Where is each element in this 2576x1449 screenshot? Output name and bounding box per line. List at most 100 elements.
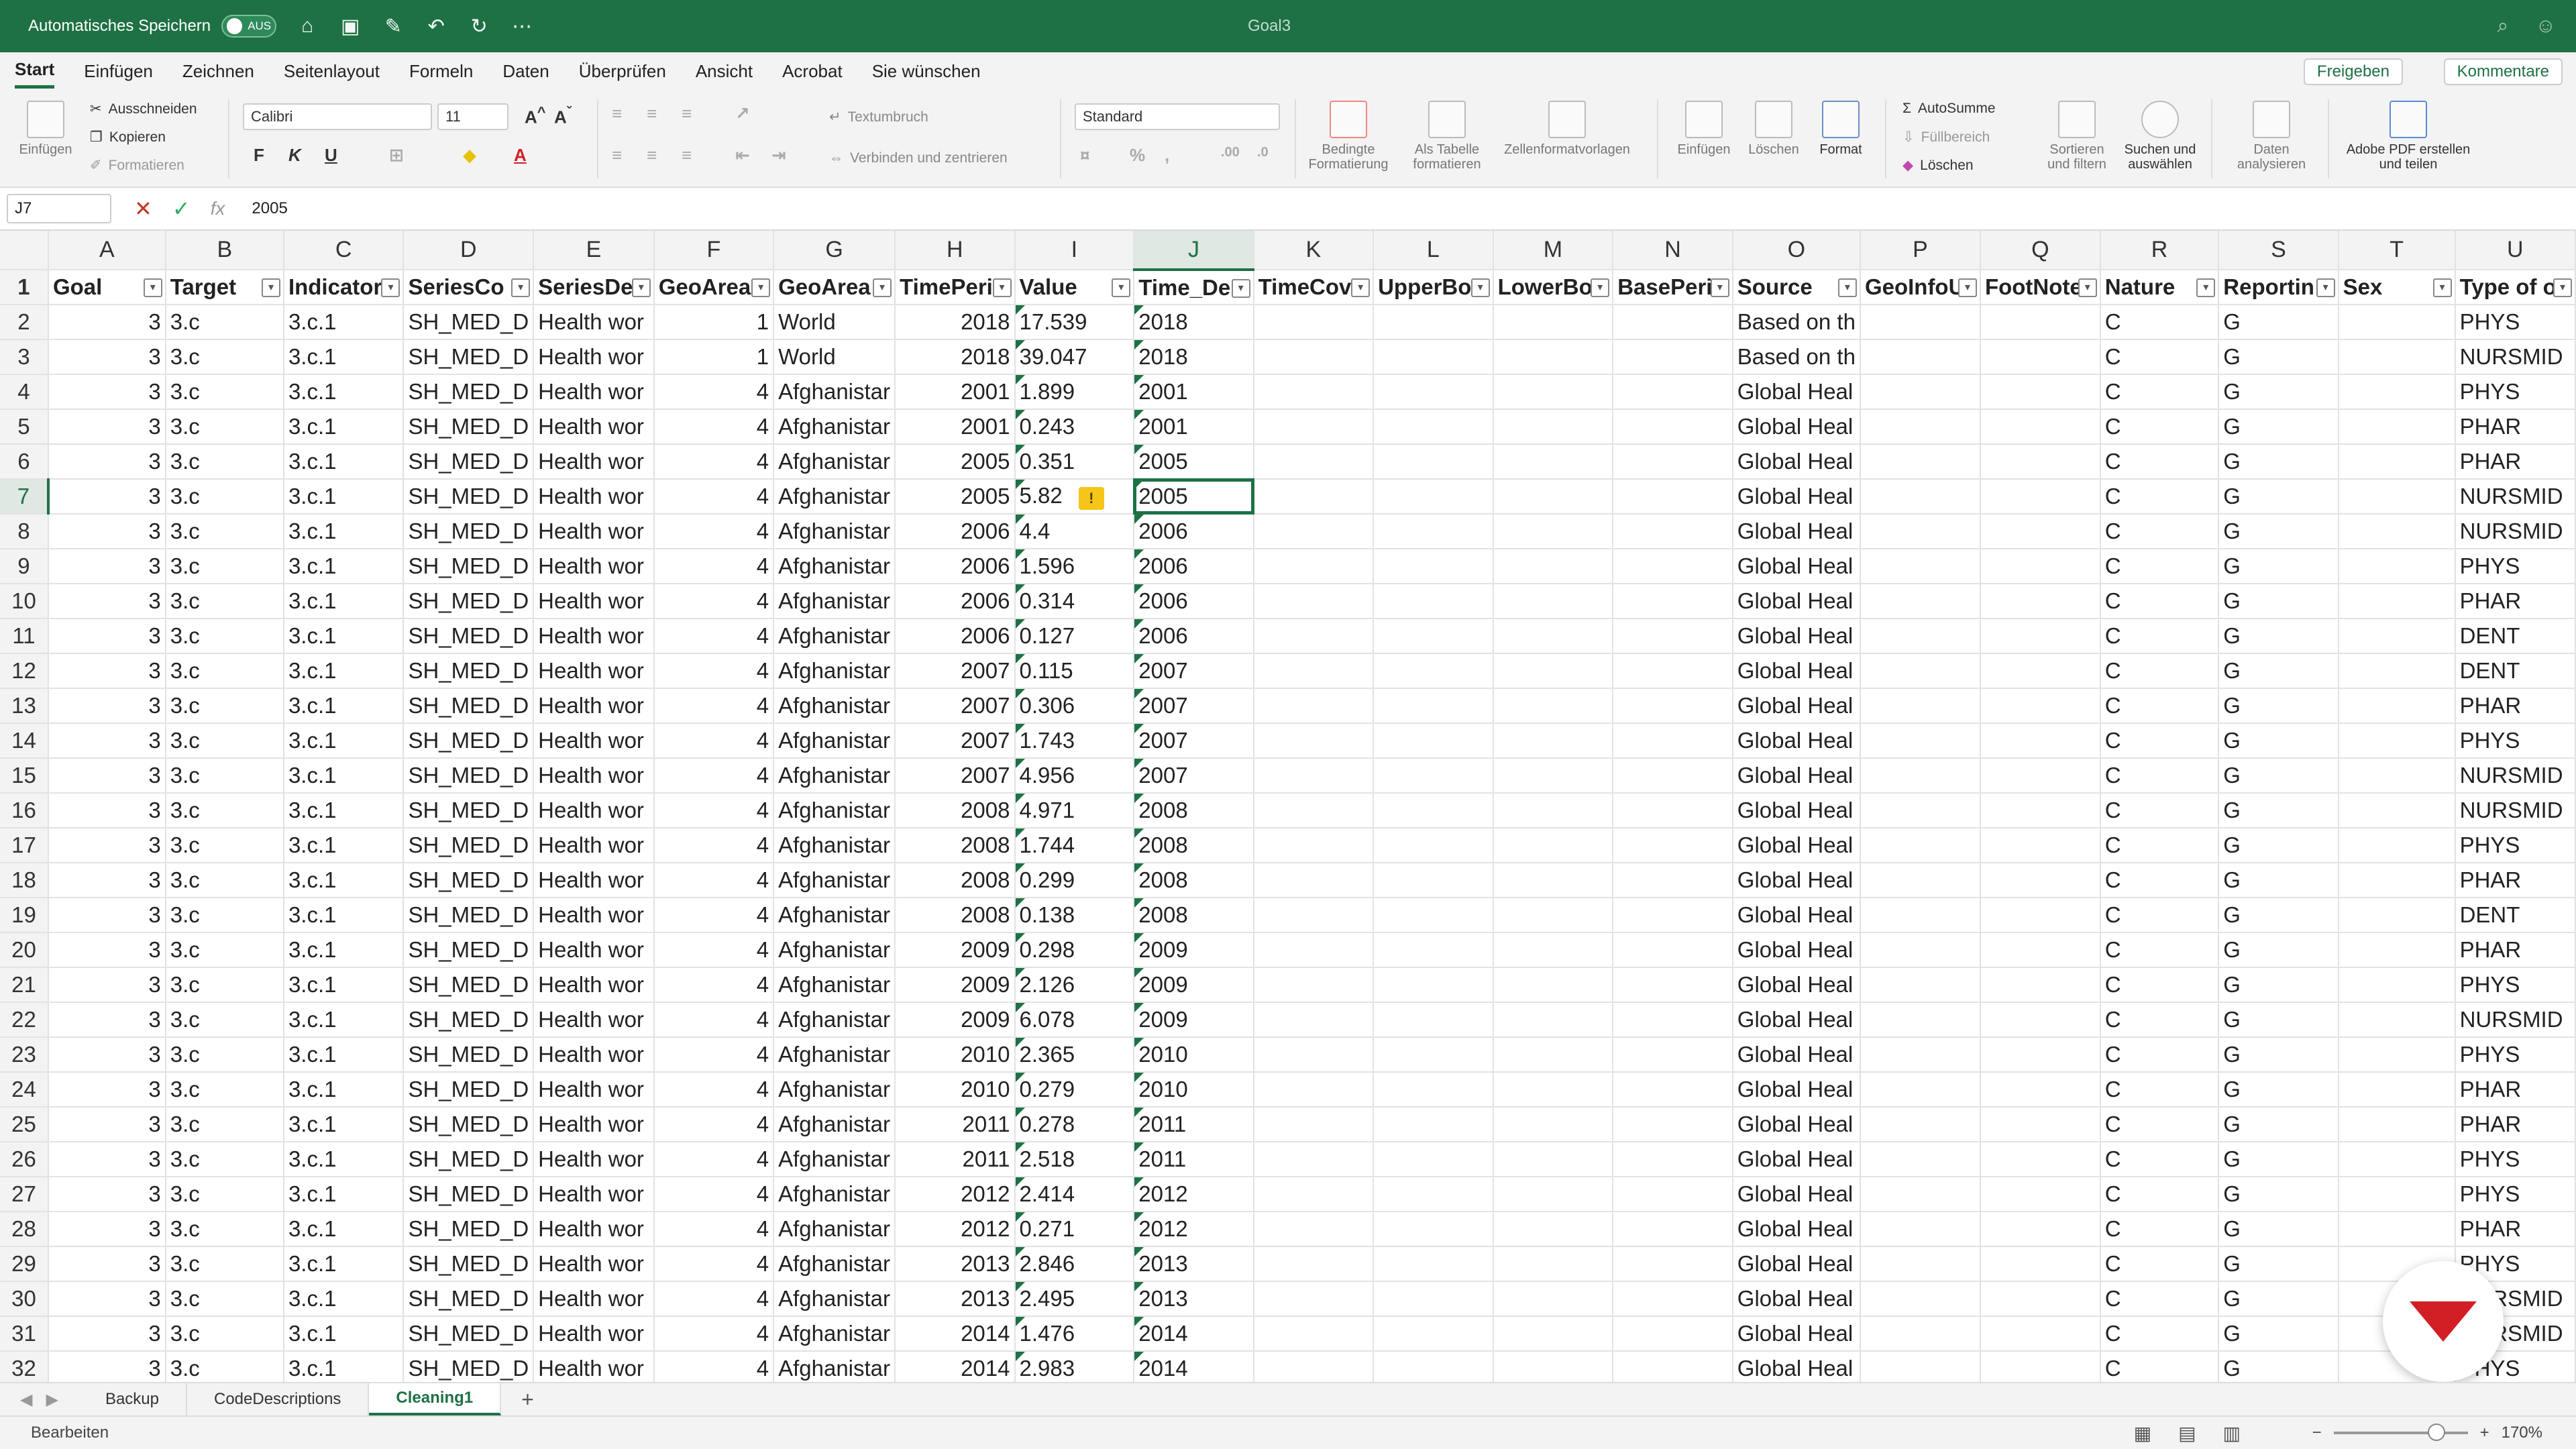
tell-me[interactable]: Sie wünschen	[872, 56, 981, 87]
row-header[interactable]: 24	[0, 1072, 49, 1108]
filter-dropdown-icon[interactable]: ▾	[381, 278, 400, 297]
cell[interactable]: Afghanistar	[773, 479, 896, 515]
cell[interactable]: 2009	[1134, 967, 1254, 1003]
row-header[interactable]: 14	[0, 723, 49, 759]
borders-icon[interactable]: ⊞	[389, 145, 404, 166]
cell[interactable]: SH_MED_D	[403, 619, 535, 654]
cell[interactable]: G	[2218, 339, 2339, 375]
checkmark-icon[interactable]: ✓	[172, 196, 191, 221]
cell[interactable]	[1980, 479, 2101, 515]
column-header-k[interactable]: K	[1253, 231, 1375, 270]
column-header-h[interactable]: H	[895, 231, 1016, 270]
cell[interactable]	[1980, 444, 2101, 480]
cell[interactable]: Afghanistar	[773, 1212, 896, 1247]
cell[interactable]: 2007	[1134, 688, 1254, 724]
function-icon[interactable]: fx	[211, 198, 225, 219]
cell[interactable]: 2007	[1134, 653, 1254, 689]
cell[interactable]	[1373, 1212, 1494, 1247]
filter-dropdown-icon[interactable]: ▾	[2553, 278, 2572, 297]
cell[interactable]: G	[2218, 549, 2339, 584]
cell[interactable]: Global Heal	[1732, 898, 1861, 933]
row-header[interactable]: 8	[0, 514, 49, 549]
cell[interactable]: NURSMID	[2455, 1002, 2576, 1038]
column-header-u[interactable]: U	[2455, 231, 2576, 270]
cell[interactable]: 2012	[1134, 1177, 1254, 1212]
paste-button[interactable]: Einfügen	[12, 101, 79, 157]
cell[interactable]	[1373, 1002, 1494, 1038]
cell[interactable]: Global Heal	[1732, 967, 1861, 1003]
delete-cells-button[interactable]: Löschen	[1740, 101, 1807, 157]
font-name-select[interactable]: Calibri	[243, 103, 432, 130]
filter-dropdown-icon[interactable]: ▾	[143, 278, 162, 297]
warning-icon[interactable]: !	[1078, 487, 1104, 510]
cell[interactable]	[1373, 584, 1494, 619]
cell[interactable]	[1373, 444, 1494, 480]
cell[interactable]: SH_MED_D	[403, 653, 535, 689]
column-title-cell[interactable]: UpperBo ▾	[1373, 270, 1494, 305]
cell[interactable]: 4	[653, 758, 775, 794]
cell[interactable]	[1493, 549, 1614, 584]
cell[interactable]: Health wor	[533, 1142, 655, 1177]
wrap-text-button[interactable]: ↵ Textumbruch	[829, 109, 928, 125]
merge-center-button[interactable]: ⇔ Verbinden und zentrieren	[829, 150, 1008, 166]
cell[interactable]: 2006	[895, 549, 1016, 584]
cell[interactable]: SH_MED_D	[403, 374, 535, 410]
cell[interactable]	[2338, 339, 2456, 375]
cell[interactable]: Health wor	[533, 1002, 655, 1038]
cell[interactable]: 4	[653, 619, 775, 654]
cell[interactable]: Afghanistar	[773, 1072, 896, 1108]
cell[interactable]: Global Heal	[1732, 479, 1861, 515]
cell[interactable]	[1493, 1316, 1614, 1352]
cell[interactable]: 2008	[895, 793, 1016, 828]
cell[interactable]	[1253, 1351, 1375, 1382]
share-button[interactable]: Freigeben	[2303, 58, 2403, 85]
cell[interactable]: PHYS	[2455, 1177, 2576, 1212]
cell[interactable]	[1373, 688, 1494, 724]
cell[interactable]: 3	[48, 1142, 166, 1177]
cell[interactable]: SH_MED_D	[403, 409, 535, 445]
align-middle-icon[interactable]: ≡	[647, 103, 657, 124]
cell[interactable]	[2338, 723, 2456, 759]
search-icon[interactable]: ⌕	[2498, 15, 2509, 38]
shrink-font-icon[interactable]: Aˇ	[554, 103, 572, 128]
cell[interactable]: 2014	[1134, 1316, 1254, 1352]
account-icon[interactable]: ☺	[2535, 15, 2556, 38]
cell[interactable]	[1860, 479, 1981, 515]
cell[interactable]	[1493, 1246, 1614, 1282]
cell[interactable]: C	[2100, 479, 2220, 515]
tab-start[interactable]: Start	[15, 54, 55, 89]
cell[interactable]	[1253, 1037, 1375, 1073]
cell[interactable]	[2338, 514, 2456, 549]
cell[interactable]: 3.c	[165, 1177, 284, 1212]
cell[interactable]	[1613, 619, 1733, 654]
indent-increase-icon[interactable]: ⇥	[771, 145, 786, 166]
cell[interactable]: 1.899	[1014, 374, 1135, 410]
cell[interactable]: G	[2218, 1316, 2339, 1352]
filter-dropdown-icon[interactable]: ▾	[1470, 278, 1490, 297]
cell[interactable]: 3.c	[165, 1351, 284, 1382]
cell[interactable]: Based on th	[1732, 339, 1861, 375]
cell[interactable]: Afghanistar	[773, 688, 896, 724]
cell[interactable]: G	[2218, 444, 2339, 480]
cell[interactable]: SH_MED_D	[403, 339, 535, 375]
cell[interactable]	[1253, 1281, 1375, 1317]
format-painter-button[interactable]: ✐ Formatieren	[90, 157, 184, 174]
cell[interactable]	[1493, 967, 1614, 1003]
cell[interactable]: 4	[653, 1142, 775, 1177]
row-header[interactable]: 3	[0, 339, 49, 375]
cell[interactable]: G	[2218, 828, 2339, 863]
cell[interactable]: World	[773, 305, 896, 340]
row-header[interactable]: 16	[0, 793, 49, 828]
cell[interactable]: NURSMID	[2455, 758, 2576, 794]
cell[interactable]: Global Heal	[1732, 863, 1861, 898]
cell[interactable]: Afghanistar	[773, 549, 896, 584]
cell[interactable]: C	[2100, 1212, 2220, 1247]
cell[interactable]	[1493, 305, 1614, 340]
cell[interactable]	[1493, 723, 1614, 759]
cell[interactable]: 3.c	[165, 1316, 284, 1352]
cell[interactable]: 4	[653, 444, 775, 480]
currency-icon[interactable]: ¤	[1080, 145, 1089, 166]
row-header[interactable]: 1	[0, 270, 49, 305]
cell[interactable]	[1493, 1142, 1614, 1177]
cell[interactable]	[1493, 1002, 1614, 1038]
